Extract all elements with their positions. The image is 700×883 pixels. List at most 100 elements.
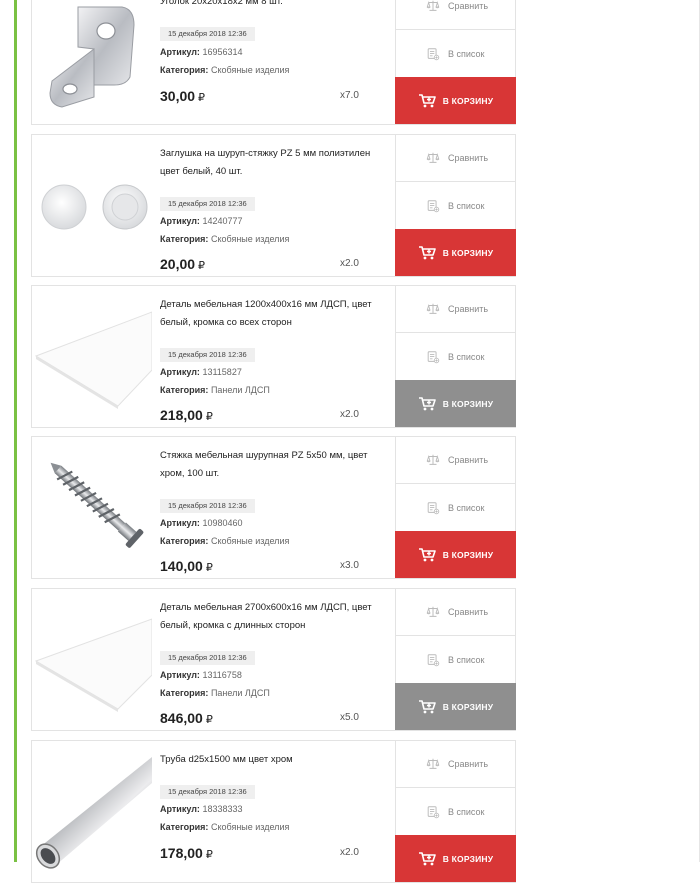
add-to-list-button[interactable]: В список — [395, 333, 516, 380]
quantity: x2.0 — [340, 258, 359, 269]
price: 20,00 ₽ — [160, 256, 205, 272]
article-value: 10980460 — [202, 518, 243, 528]
currency-sign: ₽ — [205, 562, 213, 574]
product-card: Деталь мебельная 2700х600х16 мм ЛДСП, цв… — [31, 588, 516, 731]
product-image[interactable] — [34, 137, 152, 274]
quantity: x3.0 — [340, 560, 359, 571]
price: 218,00 ₽ — [160, 407, 213, 423]
article-value: 13115827 — [202, 367, 242, 377]
category-label: Категория: — [160, 688, 209, 698]
quantity: x7.0 — [340, 90, 359, 101]
product-title[interactable]: Заглушка на шуруп-стяжку PZ 5 мм полиэти… — [160, 145, 385, 181]
product-card: Деталь мебельная 1200х400х16 мм ЛДСП, цв… — [31, 285, 516, 428]
add-to-list-button[interactable]: В список — [395, 484, 516, 531]
list-add-icon — [426, 501, 440, 515]
article-row: Артикул: 14240777 — [160, 216, 243, 226]
add-to-cart-button[interactable]: В корзину — [395, 229, 516, 276]
category-row: Категория: Скобяные изделия — [160, 822, 289, 832]
product-title[interactable]: Уголок 20х20х18х2 мм 8 шт. — [160, 0, 385, 11]
category-value: Панели ЛДСП — [210, 688, 270, 698]
cart-label: В корзину — [442, 247, 494, 258]
product-card: Заглушка на шуруп-стяжку PZ 5 мм полиэти… — [31, 134, 516, 277]
category-label: Категория: — [160, 385, 209, 395]
list-add-icon — [426, 350, 440, 364]
price: 140,00 ₽ — [160, 558, 213, 574]
price: 846,00 ₽ — [160, 710, 213, 726]
compare-scales-icon — [426, 757, 440, 771]
product-image[interactable] — [34, 288, 152, 425]
add-to-cart-button[interactable]: В корзину — [395, 380, 516, 427]
list-label: В список — [448, 502, 485, 513]
date-badge: 15 декабря 2018 12:36 — [160, 785, 255, 799]
product-title[interactable]: Деталь мебельная 1200х400х16 мм ЛДСП, цв… — [160, 296, 385, 332]
compare-button[interactable]: Сравнить — [395, 286, 516, 333]
add-to-list-button[interactable]: В список — [395, 182, 516, 229]
article-label: Артикул: — [160, 804, 200, 814]
compare-scales-icon — [426, 453, 440, 467]
cart-icon — [418, 547, 436, 563]
article-value: 16956314 — [202, 47, 243, 57]
compare-label: Сравнить — [448, 607, 489, 617]
list-label: В список — [448, 200, 485, 211]
cart-icon — [418, 396, 436, 412]
cart-label: В корзину — [442, 549, 494, 560]
compare-button[interactable]: Сравнить — [395, 741, 516, 788]
date-badge: 15 декабря 2018 12:36 — [160, 348, 255, 362]
product-image[interactable] — [34, 439, 152, 576]
list-add-icon — [426, 47, 440, 61]
article-row: Артикул: 10980460 — [160, 518, 243, 528]
product-card: Стяжка мебельная шурупная PZ 5х50 мм, цв… — [31, 436, 516, 579]
cart-icon — [418, 93, 436, 109]
category-row: Категория: Панели ЛДСП — [160, 688, 270, 698]
cart-label: В корзину — [442, 701, 494, 712]
compare-button[interactable]: Сравнить — [395, 437, 516, 484]
quantity: x5.0 — [340, 712, 359, 723]
add-to-cart-button[interactable]: В корзину — [395, 683, 516, 730]
category-row: Категория: Скобяные изделия — [160, 536, 289, 546]
add-to-cart-button[interactable]: В корзину — [395, 835, 516, 882]
product-title[interactable]: Стяжка мебельная шурупная PZ 5х50 мм, цв… — [160, 447, 385, 483]
price-value: 30,00 — [160, 88, 196, 104]
list-label: В список — [448, 48, 485, 59]
compare-label: Сравнить — [448, 1, 489, 11]
compare-label: Сравнить — [448, 759, 489, 769]
category-label: Категория: — [160, 536, 209, 546]
add-to-cart-button[interactable]: В корзину — [395, 531, 516, 578]
compare-button[interactable]: Сравнить — [395, 589, 516, 636]
compare-button[interactable]: Сравнить — [395, 135, 516, 182]
compare-button[interactable]: Сравнить — [395, 0, 516, 30]
article-label: Артикул: — [160, 518, 200, 528]
category-row: Категория: Скобяные изделия — [160, 65, 289, 75]
list-add-icon — [426, 653, 440, 667]
compare-label: Сравнить — [448, 455, 489, 465]
add-to-list-button[interactable]: В список — [395, 30, 516, 77]
add-to-list-button[interactable]: В список — [395, 788, 516, 835]
product-title[interactable]: Деталь мебельная 2700х600х16 мм ЛДСП, цв… — [160, 599, 385, 635]
article-value: 18338333 — [202, 804, 243, 814]
cart-label: В корзину — [442, 95, 494, 106]
price: 178,00 ₽ — [160, 845, 213, 861]
compare-scales-icon — [426, 0, 440, 13]
price-value: 140,00 — [160, 558, 203, 574]
left-accent-bar — [14, 0, 17, 862]
product-image[interactable] — [34, 743, 152, 880]
add-to-list-button[interactable]: В список — [395, 636, 516, 683]
list-add-icon — [426, 805, 440, 819]
category-row: Категория: Панели ЛДСП — [160, 385, 270, 395]
article-label: Артикул: — [160, 216, 200, 226]
category-value: Скобяные изделия — [210, 65, 290, 75]
price: 30,00 ₽ — [160, 88, 205, 104]
category-value: Скобяные изделия — [210, 234, 290, 244]
date-badge: 15 декабря 2018 12:36 — [160, 499, 255, 513]
product-title[interactable]: Труба d25х1500 мм цвет хром — [160, 751, 385, 769]
price-value: 846,00 — [160, 710, 203, 726]
article-row: Артикул: 13116758 — [160, 670, 242, 680]
compare-label: Сравнить — [448, 304, 489, 314]
add-to-cart-button[interactable]: В корзину — [395, 77, 516, 124]
date-badge: 15 декабря 2018 12:36 — [160, 651, 255, 665]
product-image[interactable] — [34, 0, 152, 122]
compare-label: Сравнить — [448, 153, 489, 163]
compare-scales-icon — [426, 605, 440, 619]
product-image[interactable] — [34, 591, 152, 728]
list-label: В список — [448, 806, 485, 817]
